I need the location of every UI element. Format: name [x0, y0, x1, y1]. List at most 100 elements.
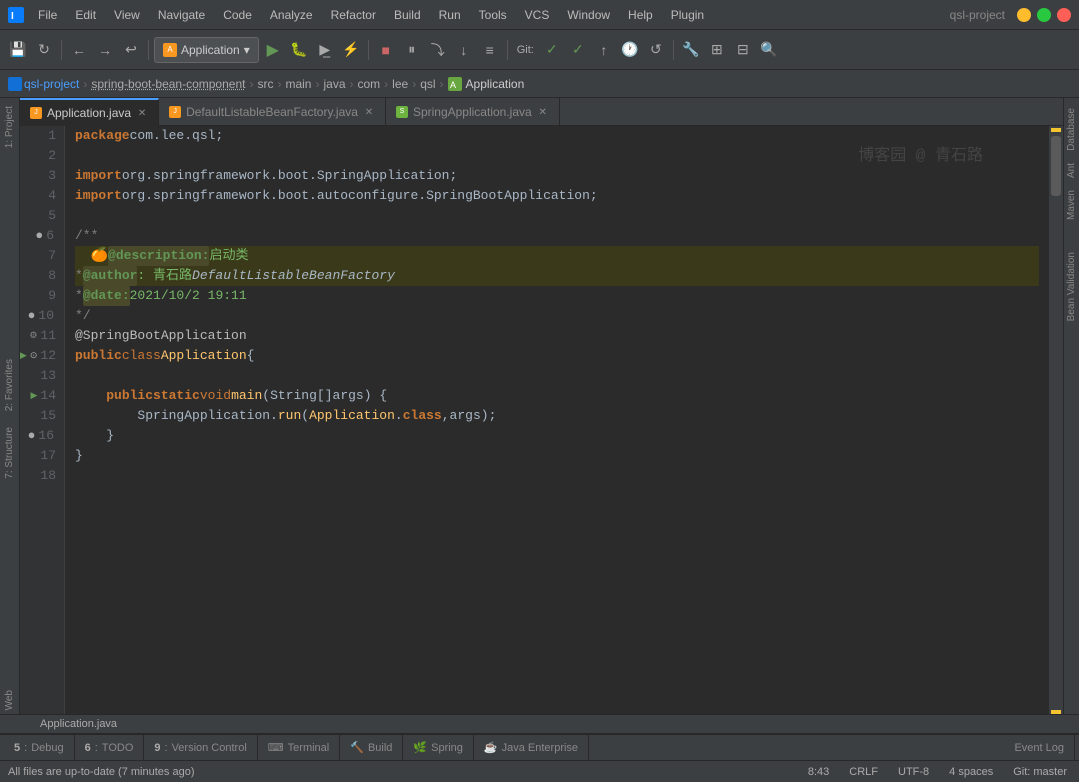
step-into-button[interactable]: ↓: [452, 38, 476, 62]
tab-application-java[interactable]: J Application.java ✕: [20, 98, 159, 126]
breadcrumb-project[interactable]: qsl-project: [24, 77, 79, 91]
breadcrumb-module[interactable]: spring-boot-bean-component: [91, 77, 245, 91]
git-rollback-button[interactable]: ↺: [644, 38, 668, 62]
breadcrumb-class[interactable]: Application: [466, 77, 525, 91]
menu-edit[interactable]: Edit: [67, 6, 104, 24]
menu-help[interactable]: Help: [620, 6, 661, 24]
sync-button[interactable]: ↻: [32, 38, 56, 62]
menu-view[interactable]: View: [106, 6, 148, 24]
dropdown-arrow-icon: ▾: [244, 43, 250, 57]
spring-tab-label: Spring: [431, 742, 463, 754]
run-button[interactable]: ▶: [261, 38, 285, 62]
sidebar-favorites-tab[interactable]: 2: Favorites: [2, 355, 17, 415]
maximize-button[interactable]: □: [1037, 8, 1051, 22]
menu-plugin[interactable]: Plugin: [663, 6, 712, 24]
tab-close-application[interactable]: ✕: [136, 107, 148, 119]
bottom-tab-version-control[interactable]: 9 : Version Control: [144, 735, 257, 761]
class-icon: A: [448, 77, 462, 91]
menu-bar: File Edit View Navigate Code Analyze Ref…: [30, 6, 712, 24]
breadcrumb-com[interactable]: com: [358, 77, 381, 91]
step-over-button[interactable]: ⤵: [426, 38, 450, 62]
right-tab-database[interactable]: Database: [1064, 102, 1079, 157]
search-button[interactable]: 🔍: [757, 38, 781, 62]
menu-build[interactable]: Build: [386, 6, 429, 24]
right-tab-bean-validation[interactable]: Bean Validation: [1064, 246, 1079, 327]
menu-refactor[interactable]: Refactor: [323, 6, 384, 24]
git-update-button[interactable]: ↑: [592, 38, 616, 62]
menu-code[interactable]: Code: [215, 6, 260, 24]
bottom-tab-debug[interactable]: 5 : Debug: [4, 735, 75, 761]
git-check-button[interactable]: ✓: [540, 38, 564, 62]
git-status: Git:: [513, 42, 538, 58]
debug-button[interactable]: 🐛: [287, 38, 311, 62]
menu-navigate[interactable]: Navigate: [150, 6, 213, 24]
window-controls: ─ □ ✕: [1017, 8, 1071, 22]
right-tab-maven[interactable]: Maven: [1064, 184, 1079, 226]
tab-close-springapplication[interactable]: ✕: [537, 106, 549, 118]
run-config-dropdown[interactable]: A Application ▾: [154, 37, 259, 63]
build-tab-label: Build: [368, 742, 392, 754]
breadcrumb-sep-1: ›: [83, 77, 87, 91]
status-indent[interactable]: 4 spaces: [945, 766, 997, 778]
resume-button[interactable]: ⏸: [400, 38, 424, 62]
menu-run[interactable]: Run: [431, 6, 469, 24]
code-content[interactable]: 博客园 @ 青石路 package com.lee.qsl; import or…: [65, 126, 1049, 714]
save-all-button[interactable]: 💾: [6, 38, 30, 62]
close-button[interactable]: ✕: [1057, 8, 1071, 22]
status-bar: All files are up-to-date (7 minutes ago)…: [0, 760, 1079, 782]
sidebar-structure-tab[interactable]: 7: Structure: [2, 423, 17, 483]
status-time[interactable]: 8:43: [804, 766, 833, 778]
right-scrollbar[interactable]: [1049, 126, 1063, 714]
code-line-1: package com.lee.qsl;: [75, 126, 1039, 146]
status-line-ending[interactable]: CRLF: [845, 766, 882, 778]
breadcrumb-java[interactable]: java: [323, 77, 345, 91]
back-button[interactable]: ←: [67, 38, 91, 62]
breadcrumb-src[interactable]: src: [257, 77, 273, 91]
scroll-thumb[interactable]: [1051, 136, 1061, 196]
bottom-tab-terminal[interactable]: ⌨ Terminal: [258, 735, 340, 761]
wrench-button[interactable]: 🔧: [679, 38, 703, 62]
breadcrumb-main[interactable]: main: [285, 77, 311, 91]
menu-window[interactable]: Window: [559, 6, 618, 24]
bottom-tab-build[interactable]: 🔨 Build: [340, 735, 403, 761]
code-line-5: [75, 206, 1039, 226]
bottom-tab-java-enterprise[interactable]: ☕ Java Enterprise: [474, 735, 589, 761]
bottom-tab-todo[interactable]: 6 : TODO: [75, 735, 145, 761]
tab-defaultlistable-java[interactable]: J DefaultListableBeanFactory.java ✕: [159, 98, 386, 126]
evaluate-button[interactable]: ≡: [478, 38, 502, 62]
git-push-button[interactable]: ✓: [566, 38, 590, 62]
minimize-button[interactable]: ─: [1017, 8, 1031, 22]
profile-button[interactable]: ⚡: [339, 38, 363, 62]
undo-button[interactable]: ↩: [119, 38, 143, 62]
git-history-button[interactable]: 🕐: [618, 38, 642, 62]
status-text: All files are up-to-date (7 minutes ago): [8, 766, 194, 778]
right-tab-ant[interactable]: Ant: [1064, 157, 1079, 184]
breadcrumb-sep-7: ›: [412, 77, 416, 91]
code-line-18: [75, 466, 1039, 486]
sidebar-web-tab[interactable]: Web: [2, 686, 17, 714]
menu-file[interactable]: File: [30, 6, 65, 24]
menu-tools[interactable]: Tools: [471, 6, 515, 24]
event-log-tab[interactable]: Event Log: [1004, 735, 1075, 761]
sidebar-project-tab[interactable]: 1: Project: [2, 102, 17, 152]
toolbar-separator-4: [507, 40, 508, 60]
scroll-marker-bottom: [1051, 710, 1061, 714]
toolbar-separator: [61, 40, 62, 60]
right-panel: Database Ant Maven Bean Validation: [1063, 98, 1079, 714]
svg-text:I: I: [11, 11, 14, 22]
layout-button[interactable]: ⊞: [705, 38, 729, 62]
status-git[interactable]: Git: master: [1009, 766, 1071, 778]
menu-analyze[interactable]: Analyze: [262, 6, 321, 24]
stop-button[interactable]: ■: [374, 38, 398, 62]
bottom-tab-spring[interactable]: 🌿 Spring: [403, 735, 474, 761]
tab-close-defaultlistable[interactable]: ✕: [363, 106, 375, 118]
breadcrumb-sep-2: ›: [249, 77, 253, 91]
menu-vcs[interactable]: VCS: [517, 6, 558, 24]
breadcrumb-lee[interactable]: lee: [392, 77, 408, 91]
forward-button[interactable]: →: [93, 38, 117, 62]
breadcrumb-qsl[interactable]: qsl: [420, 77, 435, 91]
status-encoding[interactable]: UTF-8: [894, 766, 933, 778]
coverage-button[interactable]: ▶̲: [313, 38, 337, 62]
tab-springapplication-java[interactable]: S SpringApplication.java ✕: [386, 98, 560, 126]
split-button[interactable]: ⊟: [731, 38, 755, 62]
